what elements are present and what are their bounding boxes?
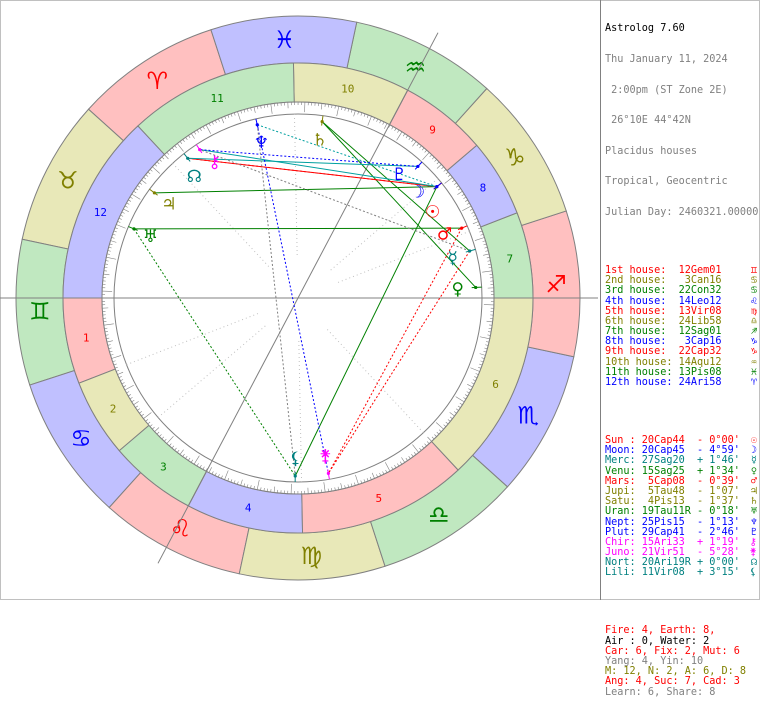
stats-row-text: Learn: 6, Share: 8 [605, 687, 715, 698]
julian-day: Julian Day: 2460321.00000 [605, 208, 757, 218]
sign-glyph-icon: ♊ [29, 297, 51, 325]
house-number-label: 11 [211, 92, 224, 105]
planet-glyph-icon: ☊ [187, 167, 202, 187]
sign-glyph-icon: ♌ [170, 514, 192, 542]
sign-glyph-icon: ♓ [274, 26, 296, 54]
house-row-text: 12th house: 24Ari58 [605, 377, 722, 388]
house-system: Placidus houses [605, 147, 757, 157]
house-number-label: 2 [110, 403, 117, 416]
sign-glyph-icon: ♐ [545, 271, 567, 299]
chart-date: Thu January 11, 2024 [605, 55, 757, 65]
planet-row-symbol-icon: ⚸ [750, 568, 757, 578]
house-number-label: 7 [506, 252, 513, 265]
planet-row-text: Lili: 11Vir08 + 3°15' [605, 567, 740, 578]
planet-glyph-icon: ☉ [425, 203, 440, 223]
planet-glyph-icon: ♆ [254, 133, 269, 153]
chart-wheel: ♈♉♊♋♌♍♎♏♐♑♒♓ 123456789101112 ☉☽☿♀♂♃♄♅♆♇⚷… [0, 0, 600, 600]
sign-glyph-icon: ♒ [405, 54, 427, 82]
planet-glyph-icon: ♄ [312, 130, 327, 150]
planet-glyph-icon: ♃ [161, 194, 176, 214]
sign-glyph-icon: ♉ [57, 167, 79, 195]
planet-row: Lili: 11Vir08 + 3°15' ⚸ [605, 568, 757, 578]
house-number-label: 6 [492, 378, 499, 391]
house-number-label: 3 [160, 460, 167, 473]
planet-glyph-icon: ♂ [437, 225, 452, 245]
chart-location: 26°10E 44°42N [605, 116, 757, 126]
house-number-label: 5 [376, 492, 383, 505]
planet-glyph-icon: ♇ [392, 165, 407, 185]
planet-glyph-icon: ⚵ [319, 447, 331, 467]
planet-glyph-icon: ⚸ [289, 449, 301, 469]
sign-glyph-icon: ♑ [504, 143, 526, 171]
sign-glyph-icon: ♏ [518, 401, 540, 429]
stats-row: Learn: 6, Share: 8 [605, 688, 757, 698]
planet-glyph-icon: ♀ [451, 280, 463, 300]
sign-glyph-icon: ♎ [428, 501, 450, 529]
app-title: Astrolog 7.60 [605, 24, 757, 34]
planet-glyph-icon: ♅ [143, 227, 158, 247]
house-number-label: 1 [83, 332, 90, 345]
sign-glyph-icon: ♋ [70, 425, 92, 453]
chart-time: 2:00pm (ST Zone 2E) [605, 86, 757, 96]
house-number-label: 12 [94, 206, 107, 219]
house-number-label: 8 [480, 181, 487, 194]
panel-divider [600, 0, 601, 600]
info-panel: Astrolog 7.60 Thu January 11, 2024 2:00p… [605, 4, 757, 708]
house-number-label: 4 [245, 502, 252, 515]
house-number-label: 9 [429, 124, 436, 137]
house-row: 12th house: 24Ari58 ♈ [605, 378, 757, 388]
planet-glyph-icon: ⚷ [208, 152, 220, 172]
element-stats-list: Fire: 4, Earth: 8,Air : 0, Water: 2Car: … [605, 626, 757, 697]
planet-position-list: Sun : 20Cap44 - 0°00'☉Moon: 20Cap45 - 4°… [605, 436, 757, 579]
house-row-symbol-icon: ♈ [751, 378, 757, 388]
planet-tick [472, 287, 482, 288]
zodiac-type: Tropical, Geocentric [605, 177, 757, 187]
planet-glyph-icon: ☽ [410, 183, 425, 203]
house-cusp-list: 1st house: 12Gem01♊2nd house: 3Can16♋3rd… [605, 266, 757, 388]
sign-glyph-icon: ♍ [301, 542, 323, 570]
house-number-label: 10 [341, 82, 354, 95]
planet-glyph-icon: ☿ [448, 248, 458, 268]
sign-glyph-icon: ♈ [147, 67, 169, 95]
